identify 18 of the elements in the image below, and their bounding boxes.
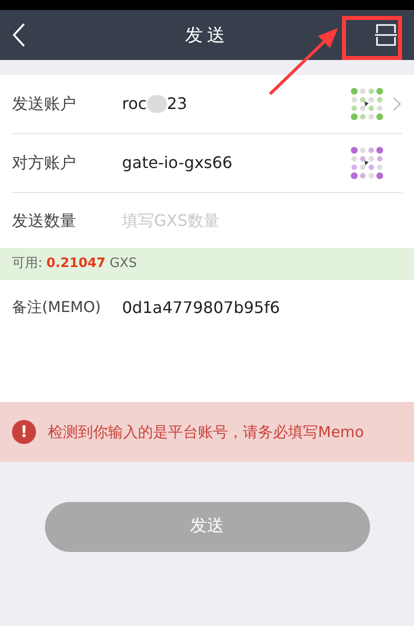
header-title: 发送 [185,24,229,48]
identicon-icon [350,146,384,180]
warning-text: 检测到你输入的是平台账号，请务必填写Memo [48,422,364,443]
available-label: 可用: [12,255,42,274]
memo-label: 备注(MEMO) [12,297,102,318]
account-value: gate-io-gxs66 [122,152,234,174]
scan-icon [375,23,397,47]
available-unit: GXS [110,255,137,274]
field-label: 发送账户 [12,93,77,115]
field-label: 发送数量 [12,210,77,232]
identicon-icon [350,87,384,121]
account-value: roc 23 [122,93,188,115]
field-label: 对方账户 [12,152,77,174]
warning-icon: ! [12,420,36,444]
available-amount: 0.21047 [46,255,106,274]
back-icon [12,22,26,48]
memo-value: 0d1a4779807b95f6 [122,297,280,319]
highlight-box [342,16,402,60]
